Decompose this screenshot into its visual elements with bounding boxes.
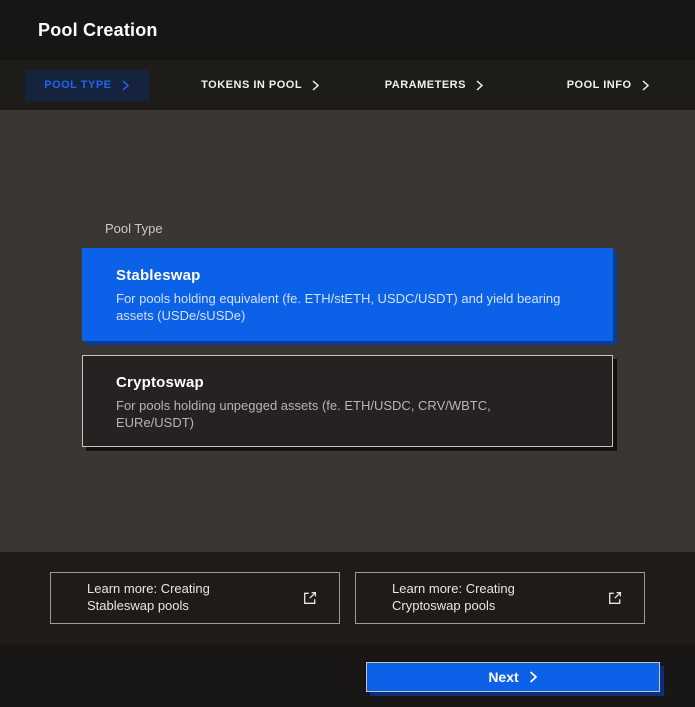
learn-more-section: Learn more: Creating Stableswap pools Le…	[0, 552, 695, 644]
option-cryptoswap[interactable]: Cryptoswap For pools holding unpegged as…	[82, 355, 613, 447]
main-panel: Pool Type Stableswap For pools holding e…	[0, 110, 695, 552]
stepper-tabs: POOL TYPE TOKENS IN POOL PARAMETERS POOL…	[0, 60, 695, 110]
tab-parameters[interactable]: PARAMETERS	[366, 70, 503, 101]
page-title: Pool Creation	[38, 20, 158, 41]
tab-parameters-label: PARAMETERS	[385, 80, 466, 91]
footer: Next	[0, 644, 695, 707]
chevron-right-icon	[311, 80, 320, 91]
tab-pool-info[interactable]: POOL INFO	[548, 70, 669, 101]
chevron-right-icon	[475, 80, 484, 91]
external-link-icon	[302, 590, 318, 606]
option-stableswap-title: Stableswap	[116, 267, 579, 284]
tab-tokens-in-pool[interactable]: TOKENS IN POOL	[182, 70, 339, 101]
learn-more-stableswap-link[interactable]: Learn more: Creating Stableswap pools	[50, 572, 340, 624]
option-cryptoswap-description: For pools holding unpegged assets (fe. E…	[116, 398, 571, 431]
option-stableswap[interactable]: Stableswap For pools holding equivalent …	[82, 248, 613, 341]
chevron-right-icon	[121, 80, 130, 91]
header: Pool Creation	[0, 0, 695, 60]
tab-pool-type-label: POOL TYPE	[44, 80, 111, 91]
learn-more-cryptoswap-link[interactable]: Learn more: Creating Cryptoswap pools	[355, 572, 645, 624]
learn-more-stableswap-label: Learn more: Creating Stableswap pools	[87, 581, 247, 615]
pool-type-label: Pool Type	[105, 221, 695, 236]
tab-tokens-in-pool-label: TOKENS IN POOL	[201, 80, 302, 91]
chevron-right-icon	[528, 671, 538, 683]
next-button-label: Next	[488, 669, 518, 685]
tab-pool-type[interactable]: POOL TYPE	[25, 70, 148, 101]
learn-more-cryptoswap-label: Learn more: Creating Cryptoswap pools	[392, 581, 552, 615]
tab-pool-info-label: POOL INFO	[567, 80, 632, 91]
pool-creation-window: Pool Creation POOL TYPE TOKENS IN POOL P…	[0, 0, 695, 707]
next-button[interactable]: Next	[366, 662, 660, 692]
external-link-icon	[607, 590, 623, 606]
chevron-right-icon	[641, 80, 650, 91]
option-cryptoswap-title: Cryptoswap	[116, 374, 579, 391]
option-stableswap-description: For pools holding equivalent (fe. ETH/st…	[116, 291, 571, 324]
